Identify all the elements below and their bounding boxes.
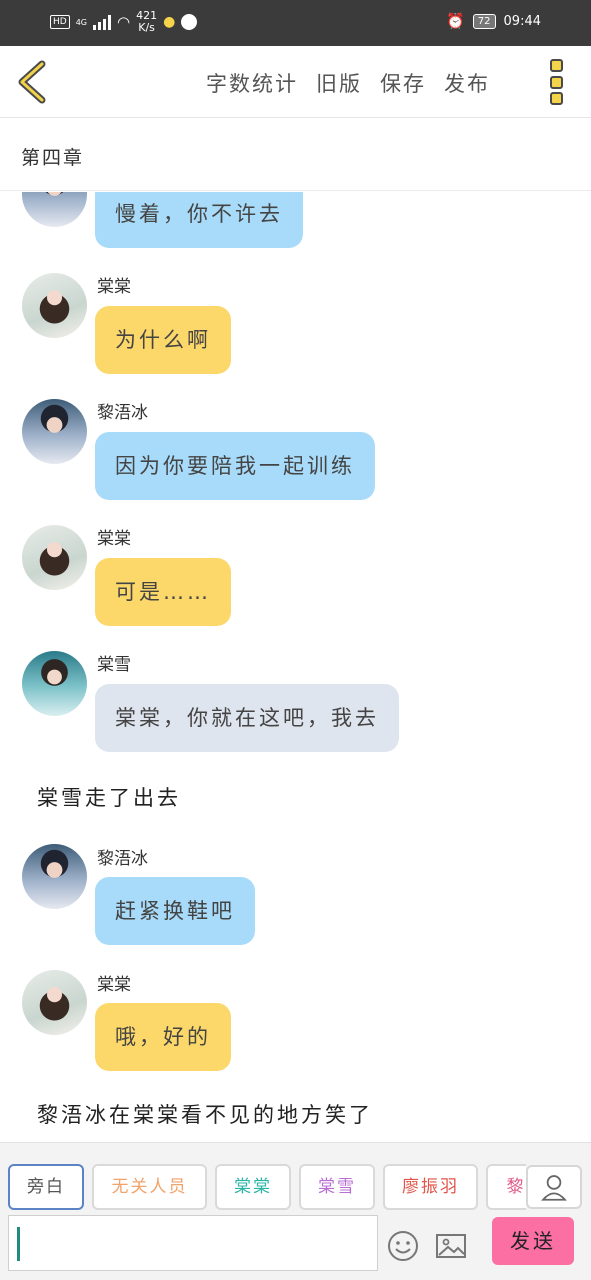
- emoji-icon[interactable]: [386, 1229, 420, 1263]
- save-button[interactable]: 保存: [380, 68, 426, 98]
- top-toolbar: 字数统计 旧版 保存 发布: [0, 46, 591, 118]
- user-icon[interactable]: [526, 1165, 582, 1209]
- speaker-name: 黎浯冰: [97, 403, 148, 423]
- narration-text[interactable]: 黎浯冰在棠棠看不见的地方笑了: [37, 1099, 373, 1129]
- avatar[interactable]: [22, 192, 87, 227]
- chevron-left-icon[interactable]: [14, 60, 54, 104]
- chapter-title: 第四章: [21, 147, 85, 169]
- speaker-name: 棠棠: [97, 277, 131, 297]
- message-bubble[interactable]: 可是……: [95, 558, 231, 626]
- message-input[interactable]: [8, 1215, 378, 1271]
- avatar[interactable]: [22, 844, 87, 909]
- word-count-button[interactable]: 字数统计: [206, 68, 298, 98]
- network-type: 4G: [75, 17, 87, 27]
- role-selector[interactable]: 旁白 无关人员 棠棠 棠雪 廖振羽 黎: [8, 1164, 526, 1212]
- message-bubble[interactable]: 为什么啊: [95, 306, 231, 374]
- avatar[interactable]: [22, 525, 87, 590]
- narration-text[interactable]: 棠雪走了出去: [37, 782, 181, 812]
- old-version-button[interactable]: 旧版: [316, 68, 362, 98]
- role-extra[interactable]: 无关人员: [92, 1164, 207, 1210]
- role-liaozhenyu[interactable]: 廖振羽: [383, 1164, 478, 1210]
- avatar[interactable]: [22, 970, 87, 1035]
- send-button[interactable]: 发送: [492, 1217, 574, 1265]
- net-speed: 421 K/s: [136, 9, 158, 34]
- message-bubble[interactable]: 棠棠，你就在这吧，我去: [95, 684, 399, 752]
- speaker-name: 棠雪: [97, 655, 131, 675]
- role-tangxue[interactable]: 棠雪: [299, 1164, 375, 1210]
- composer-panel: 旁白 无关人员 棠棠 棠雪 廖振羽 黎 发送: [0, 1142, 591, 1280]
- image-icon[interactable]: [434, 1229, 468, 1263]
- speaker-name: 棠棠: [97, 975, 131, 995]
- wifi-icon: ◠: [117, 13, 131, 31]
- message-bubble[interactable]: 因为你要陪我一起训练: [95, 432, 375, 500]
- toolbar-actions: 字数统计 旧版 保存 发布: [206, 68, 490, 98]
- chat-list[interactable]: 慢着，你不许去 棠棠 为什么啊 黎浯冰 因为你要陪我一起训练 棠棠 可是…… 棠…: [0, 192, 591, 1142]
- signal-icon: [93, 14, 111, 30]
- role-li[interactable]: 黎: [486, 1164, 526, 1210]
- speaker-name: 棠棠: [97, 529, 131, 549]
- more-vertical-icon[interactable]: [550, 59, 566, 105]
- chapter-header[interactable]: 第四章: [0, 119, 591, 191]
- lightbulb-icon: ●: [163, 14, 176, 30]
- message-bubble[interactable]: 赶紧换鞋吧: [95, 877, 255, 945]
- role-narrator[interactable]: 旁白: [8, 1164, 84, 1210]
- publish-button[interactable]: 发布: [444, 68, 490, 98]
- message-bubble[interactable]: 哦，好的: [95, 1003, 231, 1071]
- role-tangtang[interactable]: 棠棠: [215, 1164, 291, 1210]
- avatar[interactable]: [22, 651, 87, 716]
- text-caret: [17, 1227, 20, 1261]
- hd-badge: HD: [50, 15, 70, 29]
- battery-indicator: 72: [472, 13, 496, 29]
- notification-icon: [181, 14, 198, 30]
- message-bubble[interactable]: 慢着，你不许去: [95, 192, 303, 248]
- status-bar: HD 4G ◠ 421 K/s ● ⏰ 72 09:44: [0, 0, 591, 46]
- clock-time: 09:44: [503, 13, 541, 29]
- avatar[interactable]: [22, 399, 87, 464]
- alarm-icon: ⏰: [446, 12, 465, 30]
- avatar[interactable]: [22, 273, 87, 338]
- speaker-name: 黎浯冰: [97, 849, 148, 869]
